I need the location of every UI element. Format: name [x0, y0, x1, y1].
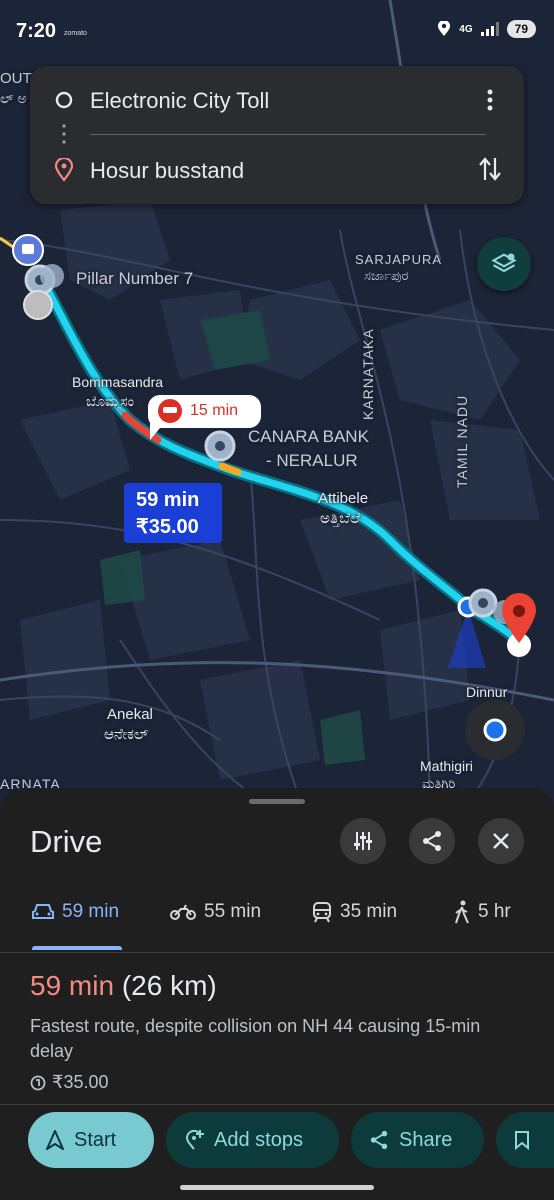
route-callout-toll[interactable]: ₹35.00	[136, 514, 199, 539]
add-location-icon	[185, 1129, 204, 1150]
directions-sheet: Drive 59 min 55 min 35 min 5 hr 59 min (…	[0, 788, 554, 1200]
map-label-pillar: Pillar Number 7	[76, 269, 194, 288]
map-label-bommasandra-kn: ಬೊಮ್ಮಸಂ	[86, 393, 134, 409]
map-label-canara-1: CANARA BANK	[248, 427, 369, 446]
toll-info: ₹35.00	[30, 1072, 109, 1093]
tab-drive-label: 59 min	[62, 901, 120, 922]
sheet-divider	[0, 1104, 554, 1105]
sheet-drag-handle[interactable]	[249, 799, 305, 804]
swap-icon[interactable]	[478, 154, 502, 184]
share-route-button[interactable]	[409, 818, 455, 864]
map-label-edge-left: OUT	[0, 70, 32, 87]
map-label-dinnur: Dinnur	[466, 684, 508, 700]
map-label-attibele: Attibele	[318, 490, 369, 507]
close-icon	[493, 833, 509, 849]
start-label: Start	[74, 1128, 117, 1151]
navigation-arrow-icon	[46, 1130, 64, 1150]
route-summary[interactable]: 59 min (26 km)	[30, 970, 217, 1002]
map-label-attibele-kn: ಅತ್ತಿಬೆಲೆ	[320, 510, 361, 527]
tab-transit-label: 35 min	[340, 901, 398, 922]
map-label-canara-2: - NERALUR	[266, 451, 358, 470]
toll-icon	[30, 1075, 46, 1090]
more-options-icon[interactable]	[486, 88, 494, 112]
origin-circle-icon	[55, 91, 73, 109]
tab-drive[interactable]: 59 min	[32, 888, 119, 936]
route-description: Fastest route, despite collision on NH 4…	[30, 1016, 481, 1061]
sliders-icon	[354, 832, 372, 850]
origin-row[interactable]: Electronic City Toll	[30, 80, 524, 120]
card-divider	[90, 134, 486, 135]
share-button[interactable]: Share	[351, 1112, 484, 1168]
sheet-title: Drive	[30, 824, 103, 859]
summary-time: 59 min	[30, 970, 115, 1001]
map-label-anekal-kn: ಆನೇಕಲ್	[104, 726, 149, 743]
map-label-sarjapura: SARJAPURA	[355, 252, 443, 267]
directions-card: Electronic City Toll Hosur busstand	[30, 66, 524, 204]
walk-icon	[455, 900, 469, 924]
tab-walk[interactable]: 5 hr	[454, 888, 511, 936]
signal-icon	[480, 22, 499, 36]
origin-field[interactable]: Electronic City Toll	[90, 88, 269, 114]
toll-amount: ₹35.00	[52, 1072, 109, 1092]
tab-walk-label: 5 hr	[478, 901, 511, 922]
share-icon	[370, 1130, 388, 1150]
status-app-hint: zomato	[64, 30, 87, 37]
map-label-bommasandra: Bommasandra	[72, 374, 164, 390]
incident-delay-label[interactable]: 15 min	[190, 402, 238, 420]
route-callout-time[interactable]: 59 min	[136, 489, 199, 512]
route-options-button[interactable]	[340, 818, 386, 864]
transit-icon	[313, 902, 331, 923]
gesture-bar[interactable]	[180, 1185, 374, 1190]
tab-transit[interactable]: 35 min	[312, 888, 397, 936]
close-button[interactable]	[478, 818, 524, 864]
layers-icon	[491, 253, 517, 273]
connector-dots-icon	[62, 124, 66, 144]
status-bar: 7:20 zomato 4G 79	[0, 0, 554, 60]
battery-level: 79	[506, 20, 536, 38]
map-label-anekal: Anekal	[107, 706, 153, 723]
travel-mode-tabs: 59 min 55 min 35 min 5 hr	[0, 888, 554, 953]
car-icon	[32, 904, 54, 919]
motorbike-icon	[170, 904, 196, 920]
tab-motorbike[interactable]: 55 min	[170, 888, 261, 936]
map-label-edge-left-2: ಲ್ ಅ	[0, 90, 27, 106]
active-tab-indicator	[32, 946, 122, 950]
share-icon	[423, 831, 441, 851]
destination-pin-small-icon	[54, 158, 74, 182]
layers-button[interactable]	[477, 237, 531, 291]
share-label: Share	[399, 1128, 453, 1151]
add-stops-label: Add stops	[214, 1128, 303, 1151]
start-button[interactable]: Start	[28, 1112, 154, 1168]
save-button[interactable]	[496, 1112, 554, 1168]
tab-motorbike-label: 55 min	[204, 901, 262, 922]
map-label-tamil-nadu: TAMIL NADU	[454, 394, 470, 488]
bookmark-icon	[515, 1131, 529, 1150]
map-label-karnataka: KARNATAKA	[360, 328, 376, 420]
summary-distance: (26 km)	[121, 970, 217, 1001]
map-label-mathigiri: Mathigiri	[420, 758, 473, 774]
destination-field[interactable]: Hosur busstand	[90, 158, 244, 184]
status-time: 7:20	[16, 20, 57, 42]
add-stops-button[interactable]: Add stops	[166, 1112, 339, 1168]
map-label-sarjapura-kn: ಸರ್ಜಾಪುರ	[364, 268, 409, 283]
network-label: 4G	[459, 23, 473, 35]
destination-row[interactable]: Hosur busstand	[30, 150, 524, 190]
location-status-icon	[438, 21, 451, 36]
